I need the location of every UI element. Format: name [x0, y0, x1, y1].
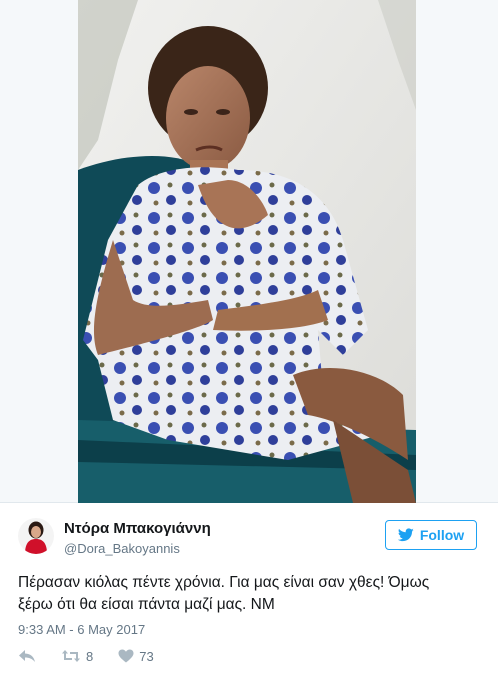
photo-illustration	[78, 0, 416, 503]
tweet-text-line-1: Πέρασαν κιόλας πέντε χρόνια. Για μας είν…	[18, 574, 430, 591]
tweet-author: Ντόρα Μπακογιάννη @Dora_Bakoyannis Follo…	[18, 515, 480, 563]
reply-button[interactable]	[18, 649, 36, 663]
heart-icon	[118, 649, 134, 663]
tweet-text-line-2: ξέρω ότι θα είσαι πάντα μαζί μας. ΝΜ	[18, 596, 275, 613]
author-display-name[interactable]: Ντόρα Μπακογιάννη	[64, 519, 211, 538]
retweet-icon	[62, 650, 80, 662]
follow-button-label: Follow	[419, 527, 465, 543]
tweet-actions: 8 73	[18, 648, 179, 664]
retweet-button[interactable]: 8	[61, 649, 93, 664]
like-count: 73	[139, 648, 154, 664]
tweet-media[interactable]	[0, 0, 498, 503]
retweet-count: 8	[86, 648, 94, 664]
author-names: Ντόρα Μπακογιάννη @Dora_Bakoyannis	[64, 519, 211, 557]
tweet-text: Πέρασαν κιόλας πέντε χρόνια. Για μας είν…	[18, 572, 483, 616]
bird-icon	[397, 528, 414, 542]
reply-icon	[19, 650, 35, 662]
like-button[interactable]: 73	[118, 648, 154, 664]
follow-button[interactable]: Follow	[385, 520, 477, 550]
tweet-photo[interactable]	[78, 0, 416, 503]
avatar[interactable]	[18, 518, 54, 554]
tweet-card: Ντόρα Μπακογιάννη @Dora_Bakoyannis Follo…	[0, 0, 498, 675]
author-screen-name[interactable]: @Dora_Bakoyannis	[64, 540, 211, 557]
tweet-timestamp[interactable]: 9:33 AM - 6 May 2017	[18, 622, 145, 637]
avatar-photo	[18, 518, 54, 554]
